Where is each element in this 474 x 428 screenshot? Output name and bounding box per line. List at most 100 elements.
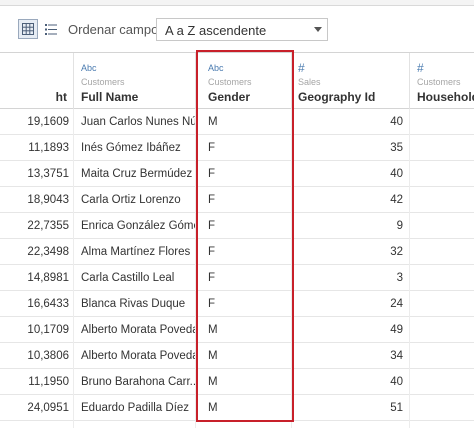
column-header-geography-id[interactable]: # Sales Geography Id xyxy=(292,53,410,109)
cell-weight: 14,8981 xyxy=(0,265,74,291)
column-name: ht xyxy=(55,90,67,104)
cell-weight: 19,1609 xyxy=(0,109,74,135)
sort-order-dropdown[interactable]: A a Z ascendente xyxy=(156,18,328,41)
cell-geography-id: 3 xyxy=(292,265,410,291)
cell-weight: 10,1709 xyxy=(0,317,74,343)
column-header-full-name[interactable]: Abc Customers Full Name xyxy=(74,53,196,109)
table-row[interactable]: 11,1950 Bruno Barahona Carr... M 40 xyxy=(0,369,474,395)
cell-weight: 22,3498 xyxy=(0,239,74,265)
cell-geography-id: 35 xyxy=(292,135,410,161)
cell-full-name: Inés Gómez Ibáñez xyxy=(74,135,196,161)
cell-full-name: María Calvo Ariona xyxy=(74,421,196,428)
cell-household-id xyxy=(410,421,474,428)
column-source: Customers xyxy=(208,77,252,87)
column-name: Full Name xyxy=(81,90,139,104)
cell-household-id xyxy=(410,161,474,187)
number-type-icon: # xyxy=(417,61,424,75)
cell-geography-id: 9 xyxy=(292,213,410,239)
cell-geography-id: 40 xyxy=(292,369,410,395)
string-type-icon: Abc xyxy=(208,63,224,73)
table-row[interactable]: 22,7355 Enrica González Gómez F 9 xyxy=(0,213,474,239)
cell-full-name: Blanca Rivas Duque xyxy=(74,291,196,317)
cell-gender: M xyxy=(196,109,292,135)
cell-gender: M xyxy=(196,343,292,369)
cell-full-name: Carla Castillo Leal xyxy=(74,265,196,291)
cell-household-id xyxy=(410,109,474,135)
table-row[interactable]: 16,6433 Blanca Rivas Duque F 24 xyxy=(0,291,474,317)
table-row[interactable]: 19,1609 Juan Carlos Nunes Nú... M 40 xyxy=(0,109,474,135)
table-row[interactable]: 13,3751 Maita Cruz Bermúdez F 40 xyxy=(0,161,474,187)
cell-gender: F xyxy=(196,135,292,161)
chevron-down-icon xyxy=(314,27,322,32)
cell-full-name: Alberto Morata Poveda xyxy=(74,317,196,343)
column-source: Customers xyxy=(81,77,125,87)
sort-fields-label: Ordenar campos xyxy=(68,22,165,37)
cell-geography-id: 49 xyxy=(292,317,410,343)
cell-weight: 18,9043 xyxy=(0,187,74,213)
cell-weight: 4,5887 xyxy=(0,421,74,428)
table-row[interactable]: 11,1893 Inés Gómez Ibáñez F 35 xyxy=(0,135,474,161)
column-source: Sales xyxy=(298,77,321,87)
cell-weight: 24,0951 xyxy=(0,395,74,421)
cell-household-id xyxy=(410,343,474,369)
cell-full-name: Bruno Barahona Carr... xyxy=(74,369,196,395)
list-view-button[interactable] xyxy=(41,19,61,39)
number-type-icon: # xyxy=(298,61,305,75)
grid-header: ht Abc Customers Full Name Abc Customers… xyxy=(0,53,474,109)
cell-weight: 11,1950 xyxy=(0,369,74,395)
cell-full-name: Enrica González Gómez xyxy=(74,213,196,239)
table-row[interactable]: 24,0951 Eduardo Padilla Díez M 51 xyxy=(0,395,474,421)
grid-view-button[interactable] xyxy=(18,19,38,39)
cell-full-name: Alberto Morata Poveda xyxy=(74,343,196,369)
cell-gender: F xyxy=(196,213,292,239)
cell-household-id xyxy=(410,135,474,161)
cell-geography-id xyxy=(292,421,410,428)
cell-geography-id: 40 xyxy=(292,109,410,135)
cell-full-name: Alma Martínez Flores xyxy=(74,239,196,265)
cell-full-name: Maita Cruz Bermúdez xyxy=(74,161,196,187)
grid-view-icon xyxy=(22,23,34,35)
data-grid: ht Abc Customers Full Name Abc Customers… xyxy=(0,52,474,428)
column-source: Customers xyxy=(417,77,461,87)
cell-full-name: Carla Ortiz Lorenzo xyxy=(74,187,196,213)
sort-order-value: A a Z ascendente xyxy=(165,23,267,38)
cell-weight: 11,1893 xyxy=(0,135,74,161)
list-view-icon xyxy=(45,23,57,35)
table-row[interactable]: 10,3806 Alberto Morata Poveda M 34 xyxy=(0,343,474,369)
string-type-icon: Abc xyxy=(81,63,97,73)
cell-gender: F xyxy=(196,421,292,428)
column-header-gender[interactable]: Abc Customers Gender xyxy=(196,53,292,109)
cell-weight: 16,6433 xyxy=(0,291,74,317)
cell-weight: 10,3806 xyxy=(0,343,74,369)
table-row[interactable]: 4,5887María Calvo ArionaF xyxy=(0,421,474,428)
cell-household-id xyxy=(410,395,474,421)
cell-gender: F xyxy=(196,187,292,213)
cell-full-name: Eduardo Padilla Díez xyxy=(74,395,196,421)
table-row[interactable]: 22,3498 Alma Martínez Flores F 32 xyxy=(0,239,474,265)
cell-household-id xyxy=(410,239,474,265)
cell-gender: M xyxy=(196,317,292,343)
toolbar: Ordenar campos A a Z ascendente xyxy=(0,6,474,48)
cell-geography-id: 51 xyxy=(292,395,410,421)
column-header-weight[interactable]: ht xyxy=(0,53,74,109)
cell-gender: F xyxy=(196,291,292,317)
cell-household-id xyxy=(410,187,474,213)
cell-household-id xyxy=(410,265,474,291)
table-row[interactable]: 18,9043 Carla Ortiz Lorenzo F 42 xyxy=(0,187,474,213)
table-row[interactable]: 14,8981 Carla Castillo Leal F 3 xyxy=(0,265,474,291)
column-name: Household i xyxy=(417,90,474,104)
cell-household-id xyxy=(410,317,474,343)
table-row[interactable]: 10,1709 Alberto Morata Poveda M 49 xyxy=(0,317,474,343)
cell-geography-id: 24 xyxy=(292,291,410,317)
cell-gender: M xyxy=(196,395,292,421)
cell-geography-id: 34 xyxy=(292,343,410,369)
cell-gender: F xyxy=(196,239,292,265)
cell-geography-id: 42 xyxy=(292,187,410,213)
column-header-household-id[interactable]: # Customers Household i xyxy=(410,53,474,109)
cell-weight: 13,3751 xyxy=(0,161,74,187)
cell-household-id xyxy=(410,213,474,239)
cell-gender: F xyxy=(196,265,292,291)
cell-geography-id: 40 xyxy=(292,161,410,187)
cell-household-id xyxy=(410,369,474,395)
cell-weight: 22,7355 xyxy=(0,213,74,239)
